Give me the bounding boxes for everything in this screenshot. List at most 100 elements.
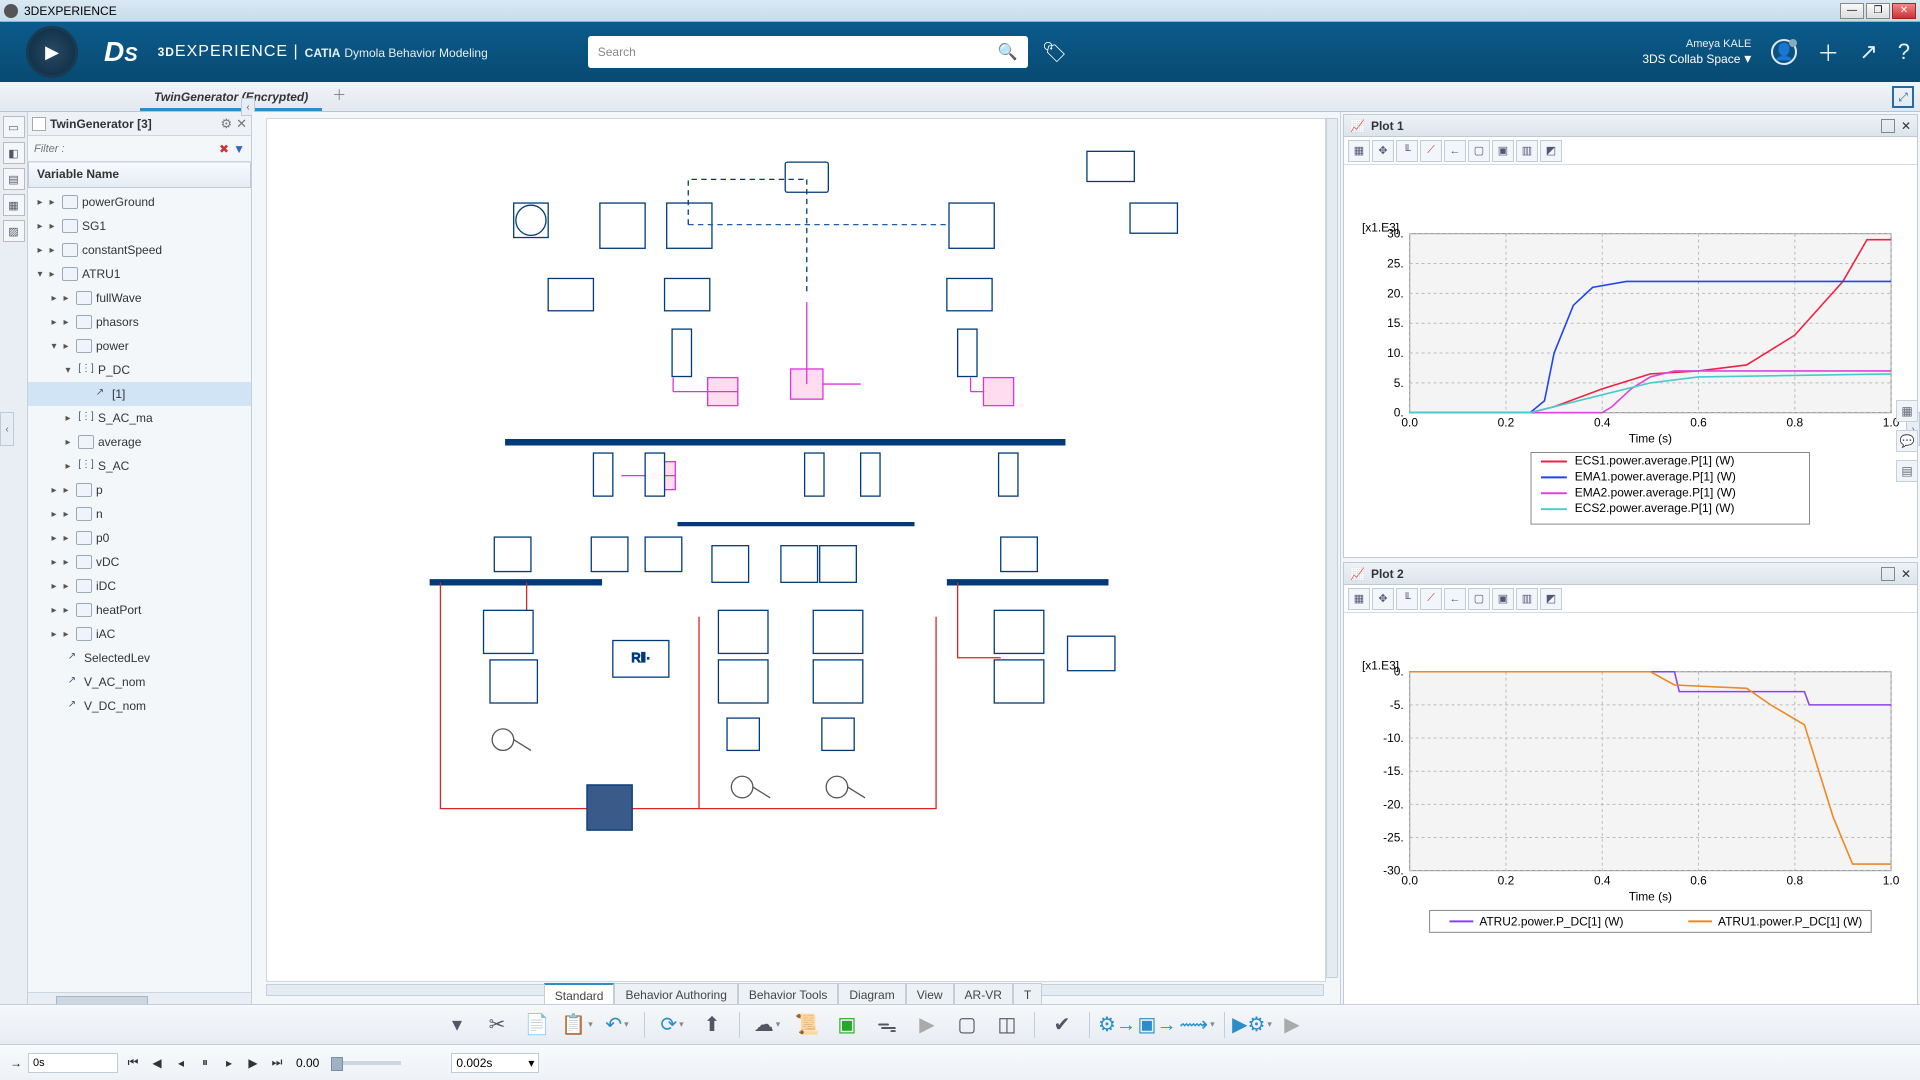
plot1-close-icon[interactable]: ✕ xyxy=(1901,119,1911,133)
animate-button[interactable]: ᯓ xyxy=(870,1010,904,1040)
pt-axis[interactable]: ╙ xyxy=(1396,140,1418,162)
search-input[interactable]: Search 🔍 xyxy=(588,36,1028,68)
cube-flow-button[interactable]: ▣→ xyxy=(1140,1010,1174,1040)
rail-btn-2[interactable]: ◧ xyxy=(3,142,25,164)
rail-btn-5[interactable]: ▨ xyxy=(3,220,25,242)
tab-twingenerator[interactable]: TwinGenerator (Encrypted) xyxy=(140,85,322,111)
add-icon[interactable]: ＋ xyxy=(1817,36,1839,68)
paste-button[interactable]: 📋 xyxy=(560,1010,594,1040)
profile-icon[interactable]: 👤 xyxy=(1771,39,1797,65)
fullscreen-button[interactable]: ⤢ xyxy=(1892,86,1914,108)
tab-standard[interactable]: Standard xyxy=(544,983,615,1004)
column-header[interactable]: Variable Name xyxy=(28,162,251,188)
pt2-axis[interactable]: ╙ xyxy=(1396,588,1418,610)
tags-icon[interactable]: 🏷 xyxy=(1042,40,1067,65)
maximize-button[interactable]: ❐ xyxy=(1866,3,1890,19)
variable-tree[interactable]: ▸▸powerGround ▸▸SG1 ▸▸constantSpeed ▾▸AT… xyxy=(28,188,251,992)
plot1-min-icon[interactable] xyxy=(1881,119,1895,133)
pt2-cross[interactable]: ⟋ xyxy=(1420,588,1442,610)
collapse-left-handle[interactable]: ‹ xyxy=(0,412,14,446)
copy-button[interactable]: 📄 xyxy=(520,1010,554,1040)
next-icon[interactable]: ▶ xyxy=(1275,1010,1309,1040)
rail-btn-1[interactable]: ▭ xyxy=(3,116,25,138)
pt-fit[interactable]: ✥ xyxy=(1372,140,1394,162)
compass-button[interactable]: ▶ xyxy=(10,25,94,79)
pt2-b[interactable]: ▣ xyxy=(1492,588,1514,610)
filter-options-icon[interactable]: ▼ xyxy=(233,142,245,156)
pause-button[interactable]: ⏸ xyxy=(196,1055,214,1070)
stop-button[interactable]: ▢ xyxy=(950,1010,984,1040)
svg-text:0.6: 0.6 xyxy=(1690,874,1707,888)
run-button[interactable]: ▣ xyxy=(830,1010,864,1040)
pt-d[interactable]: ◩ xyxy=(1540,140,1562,162)
svg-text:20.: 20. xyxy=(1387,286,1404,300)
user-info[interactable]: Ameya KALE 3DS Collab Space ▾ xyxy=(1642,38,1751,67)
script-button[interactable]: 📜 xyxy=(790,1010,824,1040)
refresh-button[interactable]: ⟳ xyxy=(655,1010,689,1040)
canvas-v-scrollbar[interactable] xyxy=(1326,118,1338,978)
cloud-button[interactable]: ☁ xyxy=(750,1010,784,1040)
model-canvas[interactable]: R‖· xyxy=(252,112,1340,1008)
plot1-toolbar: ▦ ✥ ╙ ⟋ ← ▢ ▣ ▥ ◩ xyxy=(1344,137,1917,165)
pt2-grid[interactable]: ▦ xyxy=(1348,588,1370,610)
close-button[interactable]: ✕ xyxy=(1892,3,1916,19)
tab-view[interactable]: View xyxy=(906,983,954,1004)
sim-button[interactable]: ▶⚙ xyxy=(1235,1010,1269,1040)
prev-frame-button[interactable]: ◂ xyxy=(172,1056,190,1070)
pt-cross[interactable]: ⟋ xyxy=(1420,140,1442,162)
pt2-fit[interactable]: ✥ xyxy=(1372,588,1394,610)
pt-a[interactable]: ▢ xyxy=(1468,140,1490,162)
minimize-button[interactable]: — xyxy=(1840,3,1864,19)
time-start-input[interactable] xyxy=(28,1053,118,1073)
timestep-select[interactable]: 0.002s▾ xyxy=(451,1053,539,1073)
pt2-back[interactable]: ← xyxy=(1444,588,1466,610)
tab-diagram[interactable]: Diagram xyxy=(838,983,905,1004)
pt2-d[interactable]: ◩ xyxy=(1540,588,1562,610)
time-slider[interactable] xyxy=(331,1061,401,1065)
window-title: 3DEXPERIENCE xyxy=(24,4,117,18)
plot2-title: Plot 2 xyxy=(1371,567,1875,581)
plot2-close-icon[interactable]: ✕ xyxy=(1901,567,1911,581)
panel-close-icon[interactable]: ✕ xyxy=(236,116,247,132)
svg-text:25.: 25. xyxy=(1387,256,1404,270)
cut-button[interactable]: ✂ xyxy=(480,1010,514,1040)
panel-title: TwinGenerator [3] xyxy=(50,117,216,131)
tab-behavior-tools[interactable]: Behavior Tools xyxy=(738,983,839,1004)
next-frame-button[interactable]: ▸ xyxy=(220,1056,238,1070)
export-button[interactable]: ⬆ xyxy=(695,1010,729,1040)
settings-icon[interactable]: ⚙ xyxy=(220,116,232,132)
tab-behavior-authoring[interactable]: Behavior Authoring xyxy=(614,983,737,1004)
check-button[interactable]: ✔ xyxy=(1045,1010,1079,1040)
tab-arvr[interactable]: AR-VR xyxy=(954,983,1013,1004)
gear-flow-button[interactable]: ⚙→ xyxy=(1100,1010,1134,1040)
rr-list-icon[interactable]: ▤ xyxy=(1896,460,1918,482)
tb-dropdown[interactable]: ▾ xyxy=(440,1010,474,1040)
tab-more[interactable]: T xyxy=(1013,983,1042,1004)
layout-button[interactable]: ◫ xyxy=(990,1010,1024,1040)
plot2-min-icon[interactable] xyxy=(1881,567,1895,581)
pt2-c[interactable]: ▥ xyxy=(1516,588,1538,610)
rail-btn-3[interactable]: ▤ xyxy=(3,168,25,190)
help-icon[interactable]: ? xyxy=(1898,39,1910,65)
clear-filter-icon[interactable]: ✖ xyxy=(219,142,229,156)
pt2-a[interactable]: ▢ xyxy=(1468,588,1490,610)
filter-input[interactable] xyxy=(34,143,217,155)
rr-chat-icon[interactable]: 💬 xyxy=(1896,430,1918,452)
search-icon[interactable]: 🔍 xyxy=(998,42,1018,62)
pt-back[interactable]: ← xyxy=(1444,140,1466,162)
play-icon[interactable]: ▶ xyxy=(910,1010,944,1040)
skip-start-button[interactable]: ⏮ xyxy=(124,1055,142,1070)
process-button[interactable]: ⟿ xyxy=(1180,1010,1214,1040)
add-tab-button[interactable]: ＋ xyxy=(332,85,346,111)
step-back-button[interactable]: ◀ xyxy=(148,1056,166,1070)
pt-grid[interactable]: ▦ xyxy=(1348,140,1370,162)
share-icon[interactable]: ↗ xyxy=(1859,39,1877,65)
svg-text:ECS1.power.average.P[1] (W): ECS1.power.average.P[1] (W) xyxy=(1575,453,1735,467)
play-button[interactable]: ▶ xyxy=(244,1056,262,1070)
skip-end-button[interactable]: ⏭ xyxy=(268,1055,286,1070)
undo-button[interactable]: ↶ xyxy=(600,1010,634,1040)
rail-btn-4[interactable]: ▦ xyxy=(3,194,25,216)
pt-c[interactable]: ▥ xyxy=(1516,140,1538,162)
rr-info-icon[interactable]: ▦ xyxy=(1896,400,1918,422)
pt-b[interactable]: ▣ xyxy=(1492,140,1514,162)
